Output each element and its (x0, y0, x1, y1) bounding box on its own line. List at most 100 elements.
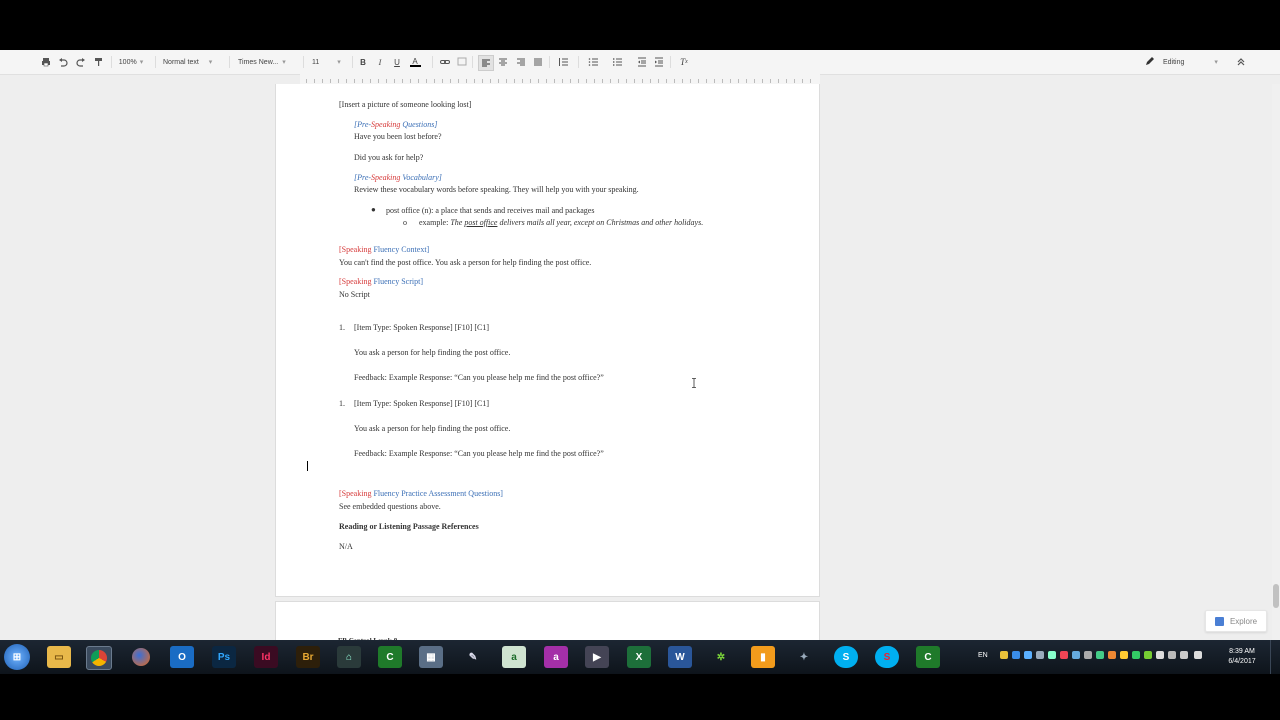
tray-icon[interactable] (1144, 651, 1152, 659)
example-label: example: (419, 218, 451, 227)
tray-icon[interactable] (1060, 651, 1068, 659)
align-right-icon[interactable] (514, 55, 528, 69)
scrollbar[interactable] (1272, 84, 1280, 670)
sub-bullet-marker: o (403, 218, 407, 227)
chrome-icon[interactable] (86, 646, 112, 670)
excel-icon[interactable]: X (627, 646, 651, 668)
tag-blue: Fluency Practice Assessment Questions] (371, 489, 503, 498)
example-pre: The (450, 218, 465, 227)
undo-icon[interactable] (57, 55, 69, 69)
paint-icon[interactable]: ✎ (461, 646, 485, 668)
tray-icon[interactable] (1000, 651, 1008, 659)
comment-icon[interactable] (456, 55, 468, 69)
bulleted-list-icon[interactable] (608, 55, 626, 69)
cs-icon[interactable]: ⌂ (337, 646, 361, 668)
paint-format-icon[interactable] (93, 55, 105, 69)
link-icon[interactable] (438, 55, 452, 69)
zoom-select[interactable]: 100% ▾ (117, 55, 145, 69)
app-a-icon[interactable]: a (502, 646, 526, 668)
editing-mode-select[interactable]: Editing ▾ (1145, 55, 1225, 69)
font-value: Times New... (238, 58, 279, 66)
image-placeholder-text: [Insert a picture of someone looking los… (339, 100, 472, 109)
underline-icon[interactable]: U (391, 55, 403, 69)
file-explorer-icon[interactable]: ▭ (47, 646, 71, 668)
style-value: Normal text (163, 58, 199, 66)
start-button[interactable]: ⊞ (4, 644, 30, 670)
decrease-indent-icon[interactable] (635, 55, 649, 69)
clear-formatting-icon[interactable]: Tx (677, 55, 691, 69)
camtasia-icon[interactable]: C (378, 646, 402, 668)
redo-icon[interactable] (75, 55, 87, 69)
tag-open: [Pre- (354, 120, 372, 129)
media-icon[interactable]: ▶ (585, 646, 609, 668)
item-2-number: 1. (339, 399, 345, 408)
clock-date: 6/4/2017 (1228, 658, 1256, 665)
volume-icon[interactable] (1194, 651, 1202, 659)
scrollbar-thumb[interactable] (1273, 584, 1279, 608)
tray-icon[interactable] (1120, 651, 1128, 659)
tray-icon[interactable] (1048, 651, 1056, 659)
text-color-icon[interactable]: A (408, 55, 422, 69)
fluency-context-tag: [Speaking Fluency Context] (339, 245, 429, 254)
item-2-feedback: Feedback: Example Response: “Can you ple… (354, 449, 604, 458)
camtasia2-icon[interactable]: C (916, 646, 940, 668)
vocab-bullet: post office (n): a place that sends and … (386, 206, 595, 215)
ibeam-cursor-icon (692, 378, 696, 388)
tag-blue: Fluency Context] (371, 245, 430, 254)
language-indicator[interactable]: EN (978, 652, 988, 659)
font-size-value: 11 (312, 58, 320, 66)
clock[interactable]: 8:39 AM 6/4/2017 (1220, 647, 1264, 667)
indesign-icon[interactable]: Id (254, 646, 278, 668)
italic-icon[interactable]: I (374, 55, 386, 69)
vocab-intro: Review these vocabulary words before spe… (354, 185, 639, 194)
photoshop-icon[interactable]: Ps (212, 646, 236, 668)
font-select[interactable]: Times New... ▾ (238, 55, 298, 69)
skype-icon[interactable]: S (834, 646, 858, 668)
app-a2-icon[interactable]: a (544, 646, 568, 668)
zoom-value: 100% (118, 58, 137, 66)
browser-window: 100% ▾ Normal text ▾ Times New... ▾ 11 ▾ B I… (0, 50, 1280, 670)
increase-indent-icon[interactable] (652, 55, 666, 69)
tag-red: [Speaking (339, 245, 372, 254)
explore-icon (1214, 616, 1224, 626)
tray-icon[interactable] (1024, 651, 1032, 659)
align-left-icon[interactable] (478, 55, 494, 71)
network-tray-icon[interactable] (1180, 651, 1188, 659)
leaf-icon[interactable]: ✲ (709, 646, 733, 668)
text-caret (307, 461, 308, 471)
tag-blue: Fluency Script] (371, 277, 423, 286)
chevron-down-icon: ▾ (208, 59, 213, 66)
collapse-icon[interactable] (1234, 55, 1248, 69)
tag-blue: Questions] (400, 120, 438, 129)
passage-text: N/A (339, 542, 353, 551)
firefox-icon[interactable] (129, 646, 153, 668)
tag-red: [Speaking (339, 489, 372, 498)
tray-icon[interactable] (1084, 651, 1092, 659)
word-icon[interactable]: W (668, 646, 692, 668)
bridge-icon[interactable]: Br (296, 646, 320, 668)
example-underline: post office (464, 218, 498, 227)
calculator-icon[interactable]: ▦ (419, 646, 443, 668)
tray-icon[interactable] (1108, 651, 1116, 659)
line-spacing-icon[interactable] (554, 55, 572, 69)
tray-icon[interactable] (1012, 651, 1020, 659)
align-center-icon[interactable] (496, 55, 510, 69)
numbered-list-icon[interactable] (584, 55, 602, 69)
bookmark-icon[interactable]: ▮ (751, 646, 775, 668)
skype2-icon[interactable]: S (875, 646, 899, 668)
explore-button[interactable]: Explore (1205, 610, 1267, 632)
tray-icon[interactable] (1036, 651, 1044, 659)
tray-icon[interactable] (1132, 651, 1140, 659)
network-icon[interactable]: ✦ (792, 646, 816, 668)
justify-icon[interactable] (531, 55, 545, 69)
flag-icon[interactable] (1168, 651, 1176, 659)
print-icon[interactable] (40, 55, 52, 69)
bold-icon[interactable]: B (357, 55, 369, 69)
tray-icon[interactable] (1096, 651, 1104, 659)
style-select[interactable]: Normal text ▾ (163, 55, 223, 69)
tray-icon[interactable] (1156, 651, 1164, 659)
tray-icon[interactable] (1072, 651, 1080, 659)
outlook-icon[interactable]: O (170, 646, 194, 668)
font-size-select[interactable]: 11 ▾ (312, 55, 348, 69)
show-desktop-button[interactable] (1270, 640, 1280, 674)
